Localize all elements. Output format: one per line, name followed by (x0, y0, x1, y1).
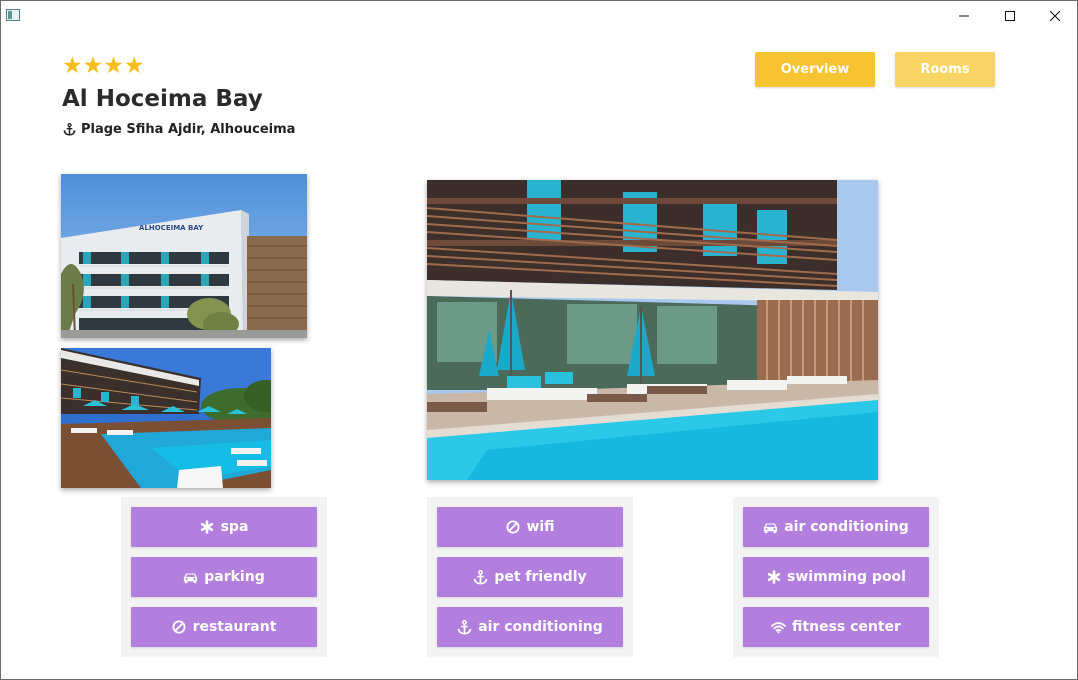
minimize-button[interactable] (941, 1, 987, 31)
amenity-label: restaurant (192, 619, 277, 635)
amenity-group-2: wifi pet friendly air conditioning (427, 497, 633, 657)
hotel-sign: ALHOCEIMA BAY (139, 224, 204, 232)
overview-button[interactable]: Overview (755, 52, 875, 87)
amenity-label: swimming pool (787, 569, 906, 585)
asterisk-icon (200, 520, 215, 535)
amenity-fitness-center-button[interactable]: fitness center (743, 607, 929, 647)
anchor-icon (457, 619, 472, 635)
amenity-label: parking (204, 569, 265, 585)
minimize-icon (959, 15, 969, 17)
close-icon (1050, 11, 1060, 21)
amenity-label: air conditioning (784, 519, 909, 535)
amenity-swimming-pool-button[interactable]: swimming pool (743, 557, 929, 597)
hotel-facade-photo[interactable]: ALHOCEIMA BAY (61, 174, 307, 338)
amenity-pet-friendly-button[interactable]: pet friendly (437, 557, 623, 597)
ban-icon (172, 620, 187, 635)
maximize-icon (1005, 11, 1015, 21)
ban-icon (505, 520, 520, 535)
pool-terrace-photo[interactable] (61, 348, 271, 488)
amenity-label: spa (220, 519, 249, 535)
amenity-label: wifi (526, 519, 555, 535)
amenity-group-1: spa parking restaurant (121, 497, 327, 657)
anchor-icon (473, 569, 488, 585)
rooms-button[interactable]: Rooms (895, 52, 995, 87)
close-button[interactable] (1032, 1, 1077, 31)
amenity-label: pet friendly (494, 569, 587, 585)
hotel-address: Plage Sfiha Ajdir, Alhouceima (62, 122, 295, 137)
amenity-restaurant-button[interactable]: restaurant (131, 607, 317, 647)
amenity-parking-button[interactable]: parking (131, 557, 317, 597)
hotel-name: Al Hoceima Bay (62, 86, 263, 112)
wifi-icon (771, 620, 786, 635)
amenity-group-3: air conditioning swimming pool fitness c… (733, 497, 939, 657)
amenity-spa-button[interactable]: spa (131, 507, 317, 547)
star-rating: ★★★★ (62, 53, 145, 79)
anchor-icon (62, 122, 77, 137)
app-window: ★★★★ Al Hoceima Bay Plage Sfiha Ajdir, A… (0, 0, 1078, 680)
amenity-air-conditioning-button[interactable]: air conditioning (437, 607, 623, 647)
amenity-wifi-button[interactable]: wifi (437, 507, 623, 547)
asterisk-icon (766, 570, 781, 585)
car-icon (183, 570, 198, 585)
car-icon (763, 520, 778, 535)
address-text: Plage Sfiha Ajdir, Alhouceima (81, 122, 296, 137)
amenity-label: fitness center (792, 619, 901, 635)
main-hotel-photo[interactable] (427, 180, 878, 480)
title-bar (1, 1, 1077, 31)
amenity-air-conditioning-button[interactable]: air conditioning (743, 507, 929, 547)
app-icon (6, 9, 20, 21)
maximize-button[interactable] (987, 1, 1033, 31)
amenity-label: air conditioning (478, 619, 603, 635)
